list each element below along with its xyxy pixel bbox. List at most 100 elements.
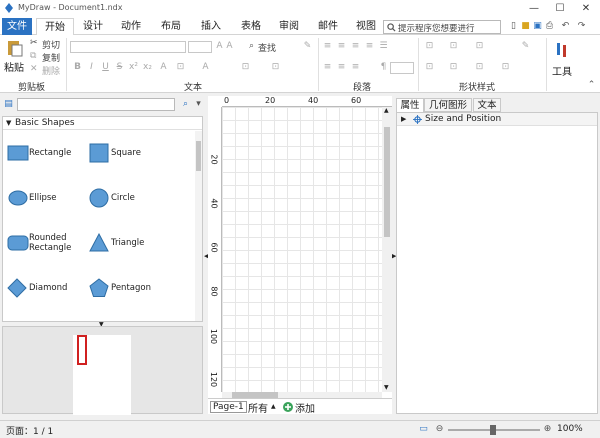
tab-view[interactable]: 视图: [349, 18, 383, 35]
align-left-icon[interactable]: ≡: [322, 41, 333, 52]
size-position-section[interactable]: ▶ Size and Position: [397, 113, 597, 126]
expand-icon[interactable]: ▶: [401, 115, 406, 123]
delete-button[interactable]: 删除: [42, 64, 60, 77]
align-bottom-icon[interactable]: ≡: [350, 62, 361, 73]
vertical-scrollbar[interactable]: ▲ ▼: [382, 107, 392, 392]
maximize-button[interactable]: ☐: [547, 0, 573, 18]
tab-home[interactable]: 开始: [36, 18, 74, 36]
copy-button[interactable]: 复制: [42, 51, 60, 64]
drawing-page[interactable]: [222, 107, 382, 392]
shape-item-rectangle[interactable]: Rectangle: [7, 141, 95, 165]
shape-item-pentagon[interactable]: Pentagon: [89, 276, 189, 300]
viewport-indicator[interactable]: [77, 335, 87, 365]
cut-button[interactable]: 剪切: [42, 38, 60, 51]
bevel-icon[interactable]: ⊡: [448, 62, 459, 73]
line-spacing-select[interactable]: [390, 62, 414, 74]
tab-properties[interactable]: 属性: [396, 98, 424, 112]
font-family-select[interactable]: [70, 41, 186, 53]
tools-icon[interactable]: [555, 41, 571, 59]
save-icon[interactable]: ▣: [532, 21, 543, 32]
zoom-slider[interactable]: [448, 425, 540, 435]
effects-icon[interactable]: ⊡: [424, 62, 435, 73]
bullets-icon[interactable]: ☰: [378, 41, 389, 52]
subscript-button[interactable]: x₂: [142, 62, 153, 73]
bold-button[interactable]: B: [72, 62, 83, 73]
italic-button[interactable]: I: [86, 62, 97, 73]
font-size-select[interactable]: [188, 41, 212, 53]
strikethrough-button[interactable]: S: [114, 62, 125, 73]
glow-icon[interactable]: ⊡: [474, 62, 485, 73]
format-painter-icon[interactable]: ✎: [302, 41, 313, 52]
paste-icon[interactable]: [6, 39, 24, 57]
line-icon[interactable]: ⊡: [448, 41, 459, 52]
text-outline-icon[interactable]: ⊡: [270, 62, 281, 73]
shape-item-triangle[interactable]: Triangle: [89, 231, 189, 255]
shape-search-input[interactable]: [17, 98, 175, 111]
tab-table[interactable]: 表格: [234, 18, 268, 35]
collapse-icon[interactable]: ▼: [6, 119, 11, 127]
text-effect-icon[interactable]: A: [200, 62, 211, 73]
justify-icon[interactable]: ≡: [364, 41, 375, 52]
zoom-in-icon[interactable]: ⊕: [542, 424, 553, 435]
chevron-down-icon[interactable]: ▾: [193, 99, 204, 110]
shape-item-rounded-rectangle[interactable]: Rounded Rectangle: [7, 231, 87, 255]
scroll-thumb[interactable]: [384, 127, 390, 237]
chevron-up-icon[interactable]: ▲: [271, 403, 276, 410]
tab-layout[interactable]: 布局: [154, 18, 188, 35]
shape-category-header[interactable]: ▼ Basic Shapes: [3, 117, 202, 130]
tab-review[interactable]: 审阅: [272, 18, 306, 35]
page-tab-1[interactable]: Page-1: [210, 401, 247, 413]
page-overview[interactable]: [2, 326, 203, 415]
redo-icon[interactable]: ↷: [576, 21, 587, 32]
align-top-icon[interactable]: ≡: [322, 62, 333, 73]
style-brush-icon[interactable]: ✎: [520, 41, 531, 52]
shape-item-square[interactable]: Square: [89, 141, 189, 165]
highlight-icon[interactable]: ⊡: [240, 62, 251, 73]
all-pages-dropdown[interactable]: 所有: [248, 400, 268, 415]
shape-item-circle[interactable]: Circle: [89, 186, 189, 210]
shape-library-scrollbar[interactable]: [195, 131, 202, 321]
zoom-slider-thumb[interactable]: [490, 425, 496, 435]
align-right-icon[interactable]: ≡: [350, 41, 361, 52]
tab-mail[interactable]: 邮件: [311, 18, 345, 35]
tell-me-search-input[interactable]: 提示程序您想要进行: [383, 20, 501, 34]
add-page-icon[interactable]: [283, 402, 293, 412]
add-page-button[interactable]: 添加: [295, 400, 315, 415]
tab-text[interactable]: 文本: [473, 98, 501, 112]
minimize-button[interactable]: —: [521, 0, 547, 18]
paste-button[interactable]: 粘贴: [4, 59, 24, 74]
shape-item-diamond[interactable]: Diamond: [7, 276, 87, 300]
tab-action[interactable]: 动作: [114, 18, 148, 35]
reflection-icon[interactable]: ⊡: [500, 62, 511, 73]
paragraph-icon[interactable]: ¶: [378, 62, 389, 73]
tab-file[interactable]: 文件: [2, 18, 32, 35]
scroll-down-icon[interactable]: ▼: [384, 384, 389, 391]
cut-icon[interactable]: ✂: [30, 38, 38, 48]
close-button[interactable]: ✕: [573, 0, 599, 18]
print-icon[interactable]: ⎙: [544, 21, 555, 32]
open-folder-icon[interactable]: ■: [520, 21, 531, 32]
copy-icon[interactable]: ⧉: [30, 51, 36, 61]
tools-button[interactable]: 工具: [552, 63, 572, 78]
superscript-button[interactable]: x²: [128, 62, 139, 73]
shadow-icon[interactable]: ⊡: [474, 41, 485, 52]
tab-insert[interactable]: 插入: [194, 18, 228, 35]
undo-icon[interactable]: ↶: [560, 21, 571, 32]
tab-design[interactable]: 设计: [78, 18, 108, 35]
delete-icon[interactable]: ✕: [30, 64, 38, 74]
find-button[interactable]: 查找: [258, 41, 276, 54]
font-color-icon[interactable]: A: [158, 62, 169, 73]
shrink-font-icon[interactable]: A: [224, 41, 235, 52]
new-document-icon[interactable]: ▯: [508, 21, 519, 32]
fit-page-icon[interactable]: ▭: [418, 424, 429, 435]
zoom-out-icon[interactable]: ⊖: [434, 424, 445, 435]
fill-icon[interactable]: ⊡: [424, 41, 435, 52]
align-middle-icon[interactable]: ≡: [336, 62, 347, 73]
text-fill-icon[interactable]: ⊡: [175, 62, 186, 73]
library-icon[interactable]: ▤: [3, 99, 14, 110]
collapse-ribbon-icon[interactable]: ⌃: [586, 80, 597, 91]
underline-button[interactable]: U: [100, 62, 111, 73]
shape-item-ellipse[interactable]: Ellipse: [7, 186, 87, 210]
tab-geometry[interactable]: 几何图形: [424, 98, 472, 112]
align-center-icon[interactable]: ≡: [336, 41, 347, 52]
